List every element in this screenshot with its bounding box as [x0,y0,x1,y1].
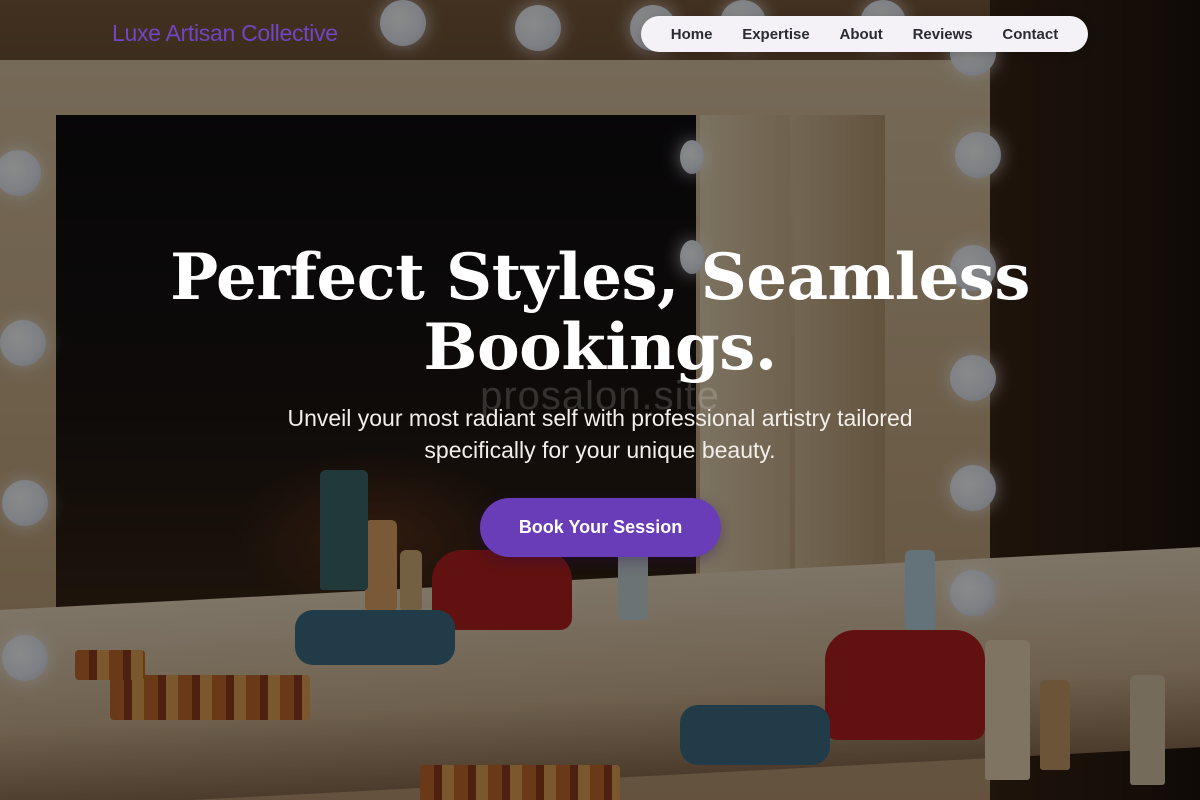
hero-subtitle: Unveil your most radiant self with profe… [287,405,913,463]
site-logo[interactable]: Luxe Artisan Collective [112,20,338,47]
hero-title: Perfect Styles, Seamless Bookings. [170,240,1030,385]
nav-expertise[interactable]: Expertise [742,26,810,43]
nav-contact[interactable]: Contact [1002,26,1058,43]
book-session-button[interactable]: Book Your Session [480,498,721,557]
hero-section: prosalon.site Luxe Artisan Collective Ho… [0,0,1200,800]
nav-reviews[interactable]: Reviews [913,26,973,43]
main-nav: Home Expertise About Reviews Contact [641,16,1088,52]
nav-home[interactable]: Home [671,26,713,43]
nav-about[interactable]: About [839,26,882,43]
